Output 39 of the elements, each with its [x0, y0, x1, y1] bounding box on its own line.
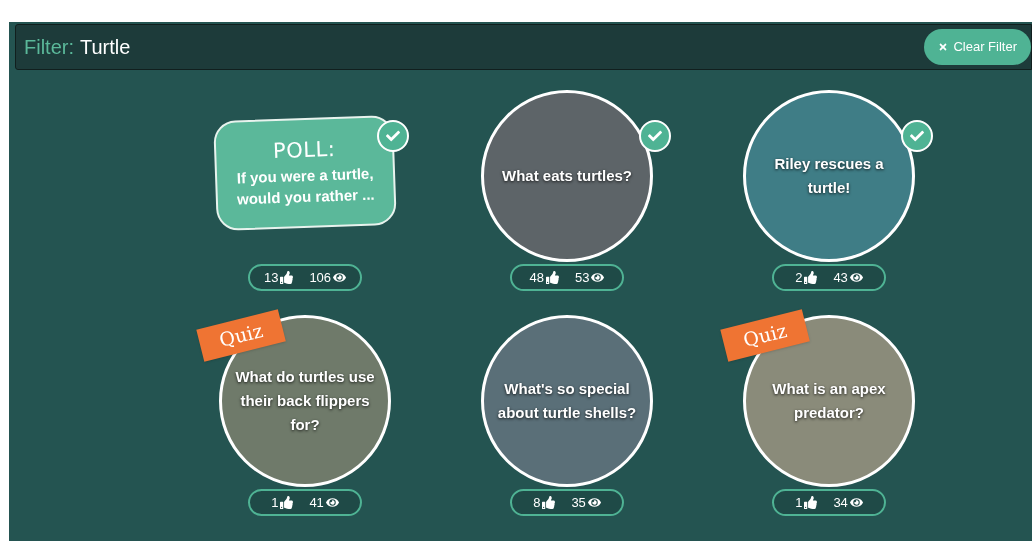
thumbs-up-icon	[804, 496, 818, 509]
thumbs-up-icon	[546, 271, 559, 284]
clear-filter-button[interactable]: Clear Filter	[924, 29, 1031, 65]
views-count: 35	[571, 492, 601, 513]
thumbs-up-icon	[280, 496, 294, 509]
thumbs-up-icon	[542, 496, 556, 509]
likes-count: 1	[795, 492, 818, 513]
video-thumbnail[interactable]: Riley rescues a turtle!	[743, 90, 915, 262]
views-count: 43	[833, 267, 863, 288]
eye-icon	[849, 496, 863, 509]
views-count: 53	[575, 267, 605, 288]
eye-icon	[849, 271, 863, 284]
poll-heading: POLL:	[272, 138, 336, 162]
eye-icon	[591, 271, 605, 284]
eye-icon	[587, 496, 601, 509]
likes-count: 8	[533, 492, 556, 513]
views-count: 34	[833, 492, 863, 513]
filter-value: Turtle	[80, 35, 131, 60]
poll-question: If you were a turtle, would you rather ...	[235, 163, 376, 209]
video-title: What eats turtles?	[502, 166, 632, 186]
thumbs-up-icon	[280, 271, 294, 284]
video-thumbnail[interactable]: What's so special about turtle shells?	[481, 315, 653, 487]
likes-count: 48	[529, 267, 559, 288]
video-title: What is an apex predator?	[771, 379, 887, 423]
views-count: 106	[309, 267, 347, 288]
likes-count: 2	[795, 267, 818, 288]
close-icon	[938, 42, 949, 52]
poll-card[interactable]: POLL: If you were a turtle, would you rather ...	[213, 114, 397, 232]
video-thumbnail[interactable]: What eats turtles?	[481, 90, 653, 262]
filter-label: Filter:	[24, 35, 74, 60]
eye-icon	[325, 496, 339, 509]
video-title: What do turtles use their back flippers for?	[234, 367, 376, 435]
views-count: 41	[309, 492, 339, 513]
video-title: What's so special about turtle shells?	[496, 379, 638, 423]
video-title: Riley rescues a turtle!	[773, 154, 885, 198]
likes-count: 13	[263, 267, 294, 288]
thumbs-up-icon	[804, 271, 818, 284]
eye-icon	[333, 271, 347, 284]
likes-count: 1	[271, 492, 294, 513]
